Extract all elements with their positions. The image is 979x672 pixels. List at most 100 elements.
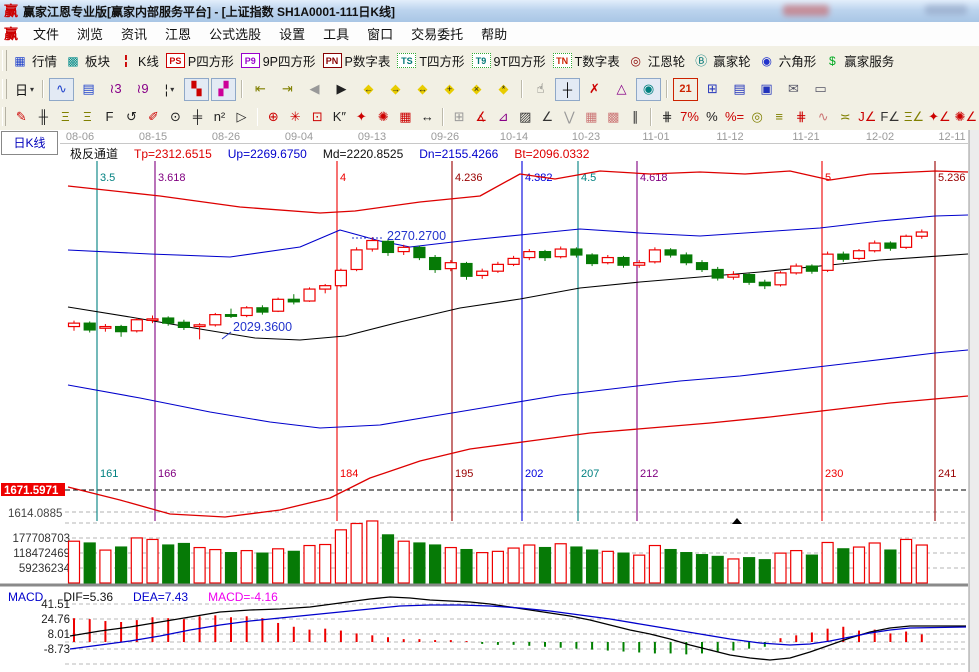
shen-tool-icon[interactable]: ✦ <box>351 105 371 128</box>
fan-dark-icon[interactable]: ▨ <box>515 105 535 128</box>
volume-bar-18[interactable] <box>351 523 362 583</box>
color-histogram-icon[interactable]: ▞ <box>211 78 236 101</box>
volume-bar-10[interactable] <box>226 553 237 583</box>
candle-style-dropdown-icon[interactable]: ¦▾ <box>157 78 182 101</box>
flag-tool-icon[interactable]: ▷ <box>232 105 252 128</box>
volume-bar-5[interactable] <box>147 539 158 583</box>
volume-bar-42[interactable] <box>728 559 739 583</box>
trend-angle-icon[interactable]: ∠ <box>537 105 557 128</box>
volume-bar-46[interactable] <box>791 551 802 583</box>
candle-17[interactable] <box>335 269 346 288</box>
quote-sheet-icon[interactable]: ▤ <box>76 78 101 101</box>
volume-bar-36[interactable] <box>634 555 645 583</box>
volume-bar-50[interactable] <box>854 547 865 583</box>
bars-pencil-icon[interactable]: ⋕ <box>791 105 811 128</box>
toolbar-button-p-square[interactable]: PSP四方形 <box>166 51 234 70</box>
toolbar-button-kline[interactable]: ╏K线 <box>117 51 159 70</box>
price-scale-icon[interactable]: ⋕ <box>657 105 677 128</box>
diamond-hspan-icon[interactable]: ◆↔ <box>410 78 435 101</box>
gold-eq-icon[interactable]: ≡ <box>769 105 789 128</box>
volume-bar-3[interactable] <box>116 547 127 583</box>
menu-item-江恩[interactable]: 江恩 <box>156 23 200 46</box>
angle-f-icon[interactable]: F∠ <box>879 105 901 128</box>
candle-50[interactable] <box>854 249 865 260</box>
prev-bar-icon[interactable]: ◀ <box>302 78 327 101</box>
volume-bar-7[interactable] <box>178 544 189 583</box>
candle-41[interactable] <box>712 267 723 281</box>
calendar-icon[interactable]: 21 <box>673 78 698 101</box>
notebook-icon[interactable]: ▤ <box>727 78 752 101</box>
save-icon[interactable]: ▣ <box>754 78 779 101</box>
angle-gold-icon[interactable]: Ξ∠ <box>903 105 925 128</box>
volume-bar-51[interactable] <box>869 543 880 583</box>
menu-item-浏览[interactable]: 浏览 <box>68 23 112 46</box>
volume-bar-14[interactable] <box>288 551 299 583</box>
volume-bar-52[interactable] <box>885 550 896 583</box>
volume-bar-26[interactable] <box>477 553 488 583</box>
next-bar-icon[interactable]: ▶ <box>329 78 354 101</box>
menu-item-文件[interactable]: 文件 <box>24 23 68 46</box>
mail-icon[interactable]: ✉ <box>781 78 806 101</box>
volume-bar-0[interactable] <box>69 541 80 583</box>
toolbar-button-p-number-table[interactable]: PNP数字表 <box>323 51 391 70</box>
time-cycle-icon[interactable]: ⊙ <box>165 105 185 128</box>
gold-ratio-b-icon[interactable]: Ξ <box>77 105 97 128</box>
candle-22[interactable] <box>414 246 425 260</box>
calculator-icon[interactable]: ⊞ <box>700 78 725 101</box>
grid-target-icon[interactable]: ⊡ <box>307 105 327 128</box>
volume-bar-4[interactable] <box>131 538 142 583</box>
spiral-icon[interactable]: ↺ <box>121 105 141 128</box>
menu-item-设置[interactable]: 设置 <box>270 23 314 46</box>
candle-4[interactable] <box>131 318 142 332</box>
toolbar-button-quotes[interactable]: ▦行情 <box>11 51 57 70</box>
diamond-all-icon[interactable]: ◆* <box>491 78 516 101</box>
pencil-icon[interactable]: ✎ <box>11 105 31 128</box>
candle-45[interactable] <box>775 271 786 286</box>
target-cross-icon[interactable]: ⊕ <box>263 105 283 128</box>
toolbar-button-t-square[interactable]: TST四方形 <box>397 51 464 70</box>
last-bar-icon[interactable]: ⇥ <box>275 78 300 101</box>
wave-9-icon[interactable]: ≀9 <box>130 78 155 101</box>
volume-bar-32[interactable] <box>571 547 582 583</box>
volume-bar-13[interactable] <box>273 549 284 583</box>
diamond-right-icon[interactable]: ◆→ <box>383 78 408 101</box>
volume-bar-37[interactable] <box>649 546 660 583</box>
volume-bar-44[interactable] <box>759 560 770 583</box>
gold-under-icon[interactable]: ≍ <box>835 105 855 128</box>
volume-bar-22[interactable] <box>414 543 425 583</box>
system-icon[interactable]: ▭ <box>808 78 833 101</box>
zigzag-chart-icon[interactable]: ∿ <box>49 78 74 101</box>
corner-grid-icon[interactable]: ▩ <box>603 105 623 128</box>
win-tool-icon[interactable]: ✺ <box>373 105 393 128</box>
toolbar-button-sectors[interactable]: ▩板块 <box>64 51 110 70</box>
volume-bar-21[interactable] <box>398 541 409 583</box>
volume-bar-39[interactable] <box>681 553 692 583</box>
ruler-lines-icon[interactable]: ╪ <box>187 105 207 128</box>
diamond-shrink-icon[interactable]: ◆× <box>464 78 489 101</box>
wave-lines-icon[interactable]: ∿ <box>813 105 833 128</box>
volume-bar-12[interactable] <box>257 553 268 583</box>
dense-grid-icon[interactable]: ▦ <box>581 105 601 128</box>
menu-item-工具[interactable]: 工具 <box>314 23 358 46</box>
parallel-lines-icon[interactable]: ∥ <box>625 105 645 128</box>
diamond-expand-icon[interactable]: ◆+ <box>437 78 462 101</box>
volume-bar-24[interactable] <box>445 548 456 583</box>
n-square-icon[interactable]: n² <box>209 105 229 128</box>
volume-bar-47[interactable] <box>806 555 817 583</box>
frame-tool-icon[interactable]: ⊞ <box>449 105 469 128</box>
tab-daily-kline[interactable]: 日K线 <box>1 131 58 155</box>
candle-48[interactable] <box>822 252 833 272</box>
volume-bar-48[interactable] <box>822 542 833 583</box>
volume-bar-1[interactable] <box>84 543 95 583</box>
period-dropdown-icon[interactable]: 日▾ <box>12 78 37 101</box>
volume-bar-11[interactable] <box>241 551 252 583</box>
k-prime-icon[interactable]: K″ <box>329 105 349 128</box>
h-arrows-icon[interactable]: ↔ <box>417 105 437 128</box>
diamond-left-icon[interactable]: ◆← <box>356 78 381 101</box>
toolbar-button-winner-service[interactable]: $赢家服务 <box>823 51 894 70</box>
toolbar-button-9p-square[interactable]: P99P四方形 <box>241 51 316 70</box>
volume-bar-35[interactable] <box>618 553 629 583</box>
volume-bar-27[interactable] <box>492 551 503 583</box>
volume-bar-6[interactable] <box>163 545 174 583</box>
volume-bar-40[interactable] <box>697 555 708 583</box>
